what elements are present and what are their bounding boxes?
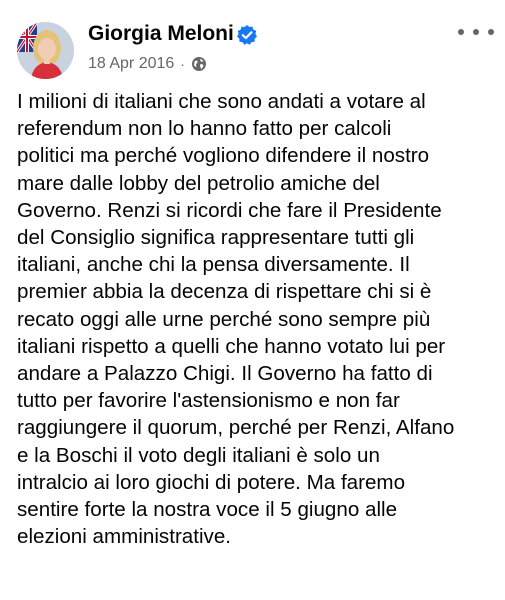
more-dot — [488, 29, 494, 35]
more-dot — [458, 29, 464, 35]
meta-separator: · — [180, 56, 185, 72]
post-text: I milioni di italiani che sono andati a … — [17, 90, 455, 549]
globe-icon[interactable] — [191, 56, 207, 72]
facebook-post: Giorgia Meloni 18 Apr 2016 · I milioni d… — [0, 0, 505, 600]
author-avatar[interactable] — [17, 22, 74, 79]
post-date[interactable]: 18 Apr 2016 — [88, 55, 174, 73]
more-options-icon[interactable] — [458, 24, 494, 40]
more-dot — [473, 29, 479, 35]
verified-badge-icon — [237, 25, 257, 45]
post-meta: 18 Apr 2016 · — [88, 54, 207, 74]
author-name[interactable]: Giorgia Meloni — [88, 21, 234, 47]
post-header: Giorgia Meloni 18 Apr 2016 · — [0, 0, 505, 90]
avatar-image — [17, 22, 74, 79]
